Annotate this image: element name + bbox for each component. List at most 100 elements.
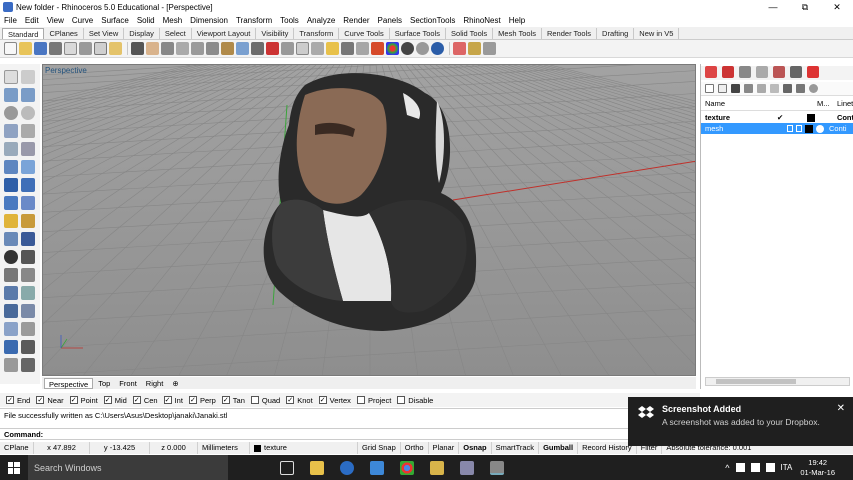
osnap-point[interactable]: ✓ Point xyxy=(69,396,98,405)
file-explorer-icon[interactable] xyxy=(310,460,324,475)
tab-select[interactable]: Select xyxy=(160,28,192,39)
select-all-icon[interactable] xyxy=(266,42,279,55)
current-layer-display[interactable]: texture xyxy=(250,442,358,454)
zoom-icon[interactable] xyxy=(176,42,189,55)
menu-analyze[interactable]: Analyze xyxy=(307,16,335,25)
notification-close-button[interactable]: ✕ xyxy=(837,403,845,414)
dimension-icon[interactable] xyxy=(4,232,18,246)
render-icon[interactable] xyxy=(4,358,18,372)
menu-file[interactable]: File xyxy=(4,16,17,25)
browser-icon[interactable] xyxy=(340,460,354,475)
undo-icon[interactable] xyxy=(131,42,144,55)
menu-panels[interactable]: Panels xyxy=(378,16,402,25)
point-icon[interactable] xyxy=(21,70,35,84)
ortho-toggle[interactable]: Ortho xyxy=(401,442,429,454)
osnap-perp-checkbox[interactable]: ✓ xyxy=(188,396,197,404)
layers-horizontal-scrollbar[interactable] xyxy=(705,377,850,386)
polyline-icon[interactable] xyxy=(4,88,18,102)
material-icon[interactable] xyxy=(816,124,824,133)
osnap-disable[interactable]: Disable xyxy=(397,396,433,405)
network-icon[interactable] xyxy=(735,463,745,472)
arc-icon[interactable] xyxy=(4,142,18,156)
menu-sectiontools[interactable]: SectionTools xyxy=(410,16,455,25)
surface-icon[interactable] xyxy=(4,160,18,174)
layer-row-selected[interactable]: mesh Conti xyxy=(701,123,853,134)
surface-edit-icon[interactable] xyxy=(21,160,35,174)
volume-icon[interactable] xyxy=(750,463,760,472)
gumball-toggle[interactable]: Gumball xyxy=(539,442,579,454)
print-icon[interactable] xyxy=(49,42,62,55)
bulb-icon[interactable] xyxy=(787,125,793,132)
extrude-icon[interactable] xyxy=(21,178,35,192)
osnap-mid[interactable]: ✓ Mid xyxy=(103,396,127,405)
osnap-disable-checkbox[interactable] xyxy=(397,396,406,404)
join-icon[interactable] xyxy=(4,304,18,318)
osnap-near-checkbox[interactable]: ✓ xyxy=(36,396,45,404)
viewport-tab-front[interactable]: Front xyxy=(115,378,141,389)
layer-color-swatch[interactable] xyxy=(805,124,813,133)
menu-curve[interactable]: Curve xyxy=(72,16,93,25)
dropbox-notification[interactable]: Screenshot Added A screenshot was added … xyxy=(628,397,853,446)
new-sublayer-icon[interactable] xyxy=(718,84,727,93)
osnap-vertex[interactable]: ✓ Vertex xyxy=(318,396,351,405)
tab-new-in-v5[interactable]: New in V5 xyxy=(634,28,680,39)
zoom-window-icon[interactable] xyxy=(191,42,204,55)
layer-color-swatch[interactable] xyxy=(806,113,815,122)
move-up-icon[interactable] xyxy=(744,84,753,93)
select-arrow-icon[interactable] xyxy=(4,70,18,84)
close-button[interactable]: ✕ xyxy=(821,0,853,14)
drafting-icon[interactable] xyxy=(21,358,35,372)
tab-display[interactable]: Display xyxy=(124,28,160,39)
osnap-tan[interactable]: ✓ Tan xyxy=(221,396,245,405)
paste-icon[interactable] xyxy=(109,42,122,55)
lock-icon[interactable] xyxy=(311,42,324,55)
layer-help-icon[interactable] xyxy=(809,84,818,93)
perspective-viewport[interactable]: Perspective xyxy=(42,64,696,376)
hide-icon[interactable] xyxy=(296,42,309,55)
osnap-perp[interactable]: ✓ Perp xyxy=(188,396,216,405)
scrollbar-thumb[interactable] xyxy=(716,379,796,384)
fillet-curve-icon[interactable] xyxy=(21,142,35,156)
osnap-tan-checkbox[interactable]: ✓ xyxy=(221,396,230,404)
filter-icon[interactable] xyxy=(783,84,792,93)
copy-icon[interactable] xyxy=(94,42,107,55)
osnap-project[interactable]: Project xyxy=(356,396,391,405)
tab-set-view[interactable]: Set View xyxy=(84,28,125,39)
new-file-icon[interactable] xyxy=(4,42,17,55)
zoom-selected-icon[interactable] xyxy=(221,42,234,55)
tab-standard[interactable]: Standard xyxy=(2,28,45,39)
environment-sphere-icon[interactable] xyxy=(431,42,444,55)
menu-surface[interactable]: Surface xyxy=(101,16,129,25)
layer-row[interactable]: texture ✔ Cont xyxy=(701,112,853,123)
new-layer-icon[interactable] xyxy=(705,84,714,93)
chrome-icon[interactable] xyxy=(400,460,414,475)
trim-icon[interactable] xyxy=(4,268,18,282)
tab-visibility[interactable]: Visibility xyxy=(256,28,295,39)
open-folder-icon[interactable] xyxy=(19,42,32,55)
layers-tab-icon[interactable] xyxy=(722,66,734,78)
analyze-icon[interactable] xyxy=(4,340,18,354)
menu-tools[interactable]: Tools xyxy=(280,16,299,25)
render-teapot-icon[interactable] xyxy=(371,42,384,55)
box-solid-icon[interactable] xyxy=(4,178,18,192)
layer-tools-icon[interactable] xyxy=(796,84,805,93)
maximize-button[interactable]: ⧉ xyxy=(789,0,821,14)
menu-solid[interactable]: Solid xyxy=(137,16,155,25)
menu-mesh[interactable]: Mesh xyxy=(163,16,183,25)
light-bulb-icon[interactable] xyxy=(326,42,339,55)
osnap-int[interactable]: ✓ Int xyxy=(163,396,183,405)
polygon-icon[interactable] xyxy=(4,124,18,138)
cplane-toggle[interactable]: CPlane xyxy=(0,442,34,454)
tab-surface-tools[interactable]: Surface Tools xyxy=(390,28,447,39)
rendered-sphere-icon[interactable] xyxy=(416,42,429,55)
osnap-mid-checkbox[interactable]: ✓ xyxy=(103,396,112,404)
start-button[interactable] xyxy=(0,455,28,480)
osnap-toggle[interactable]: Osnap xyxy=(459,442,492,454)
cplane-icon[interactable] xyxy=(251,42,264,55)
menu-view[interactable]: View xyxy=(47,16,64,25)
help-tab-icon[interactable] xyxy=(807,66,819,78)
tab-render-tools[interactable]: Render Tools xyxy=(542,28,598,39)
display-tab-icon[interactable] xyxy=(739,66,751,78)
color-wheel-icon[interactable] xyxy=(386,42,399,55)
tab-mesh-tools[interactable]: Mesh Tools xyxy=(493,28,542,39)
